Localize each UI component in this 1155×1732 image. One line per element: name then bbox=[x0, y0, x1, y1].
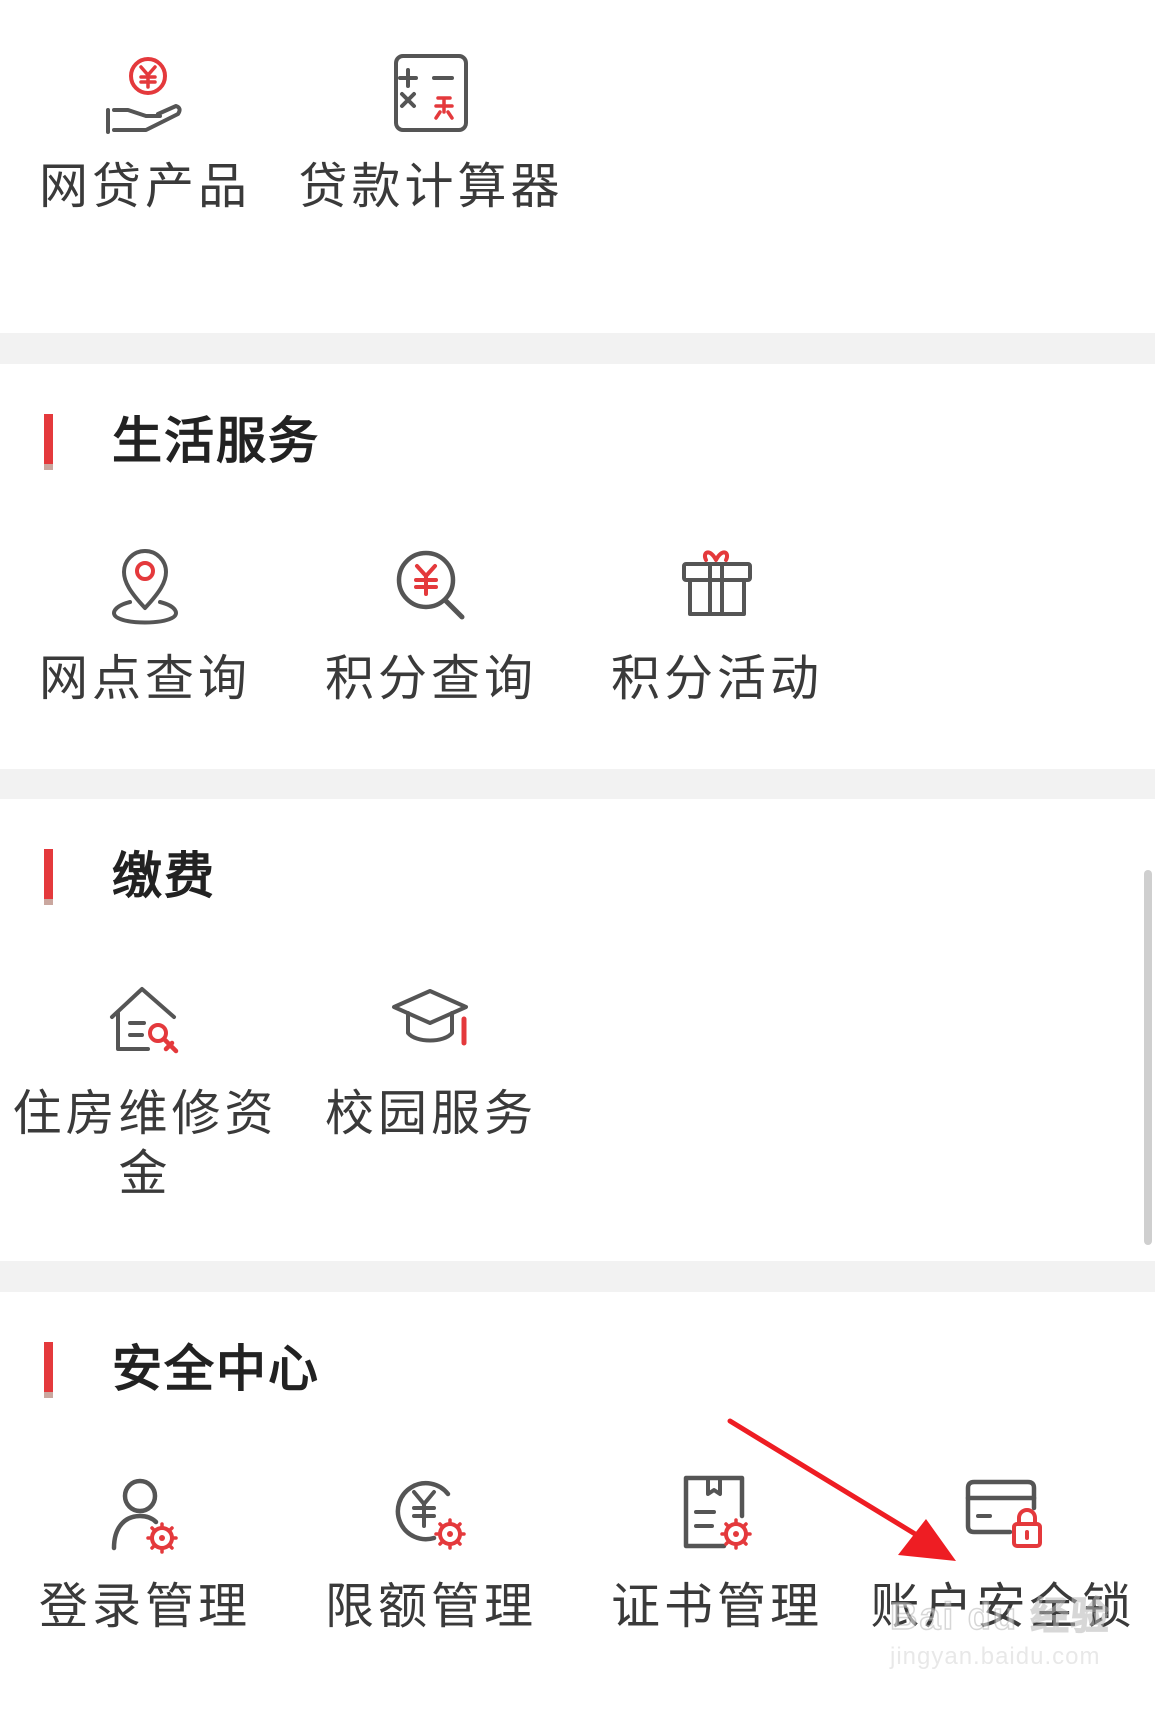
annotation-arrow bbox=[727, 1418, 956, 1561]
tile-loan-calculator[interactable]: 贷款计算器 bbox=[286, 52, 576, 312]
section-accent-bar bbox=[44, 414, 53, 470]
loan-section: 网贷产品 贷款计算器 bbox=[0, 0, 1155, 333]
calculator-icon bbox=[386, 52, 476, 142]
section-accent-bar bbox=[44, 1342, 53, 1398]
section-header: 缴费 bbox=[0, 841, 600, 911]
watermark: Bai du 经验 jingyan.baidu.com bbox=[880, 1585, 1150, 1695]
tile-points-activity[interactable]: 积分活动 bbox=[572, 544, 862, 804]
watermark-text: Bai du 经验 bbox=[889, 1595, 1111, 1639]
section-title: 安全中心 bbox=[112, 1340, 320, 1398]
yuan-gear-icon bbox=[386, 1472, 476, 1562]
card-lock-icon bbox=[958, 1472, 1048, 1562]
section-header: 生活服务 bbox=[0, 406, 600, 476]
tile-login-management[interactable]: 登录管理 bbox=[0, 1472, 290, 1732]
section-accent-bar bbox=[44, 849, 53, 905]
section-title: 生活服务 bbox=[112, 412, 320, 470]
house-repair-icon bbox=[100, 979, 190, 1069]
user-gear-icon bbox=[100, 1472, 190, 1562]
section-title: 缴费 bbox=[112, 847, 216, 905]
tile-online-loan-products[interactable]: 网贷产品 bbox=[0, 52, 290, 312]
tile-label: 住房维修资金 bbox=[12, 1085, 278, 1202]
search-yuan-icon bbox=[386, 544, 476, 634]
tile-label: 限额管理 bbox=[324, 1578, 537, 1635]
tile-campus-services[interactable]: 校园服务 bbox=[286, 979, 576, 1239]
hand-yuan-icon bbox=[100, 52, 190, 142]
tile-label: 积分活动 bbox=[610, 650, 823, 707]
tile-housing-maintenance-fund[interactable]: 住房维修资金 bbox=[0, 979, 290, 1239]
section-divider bbox=[0, 769, 1155, 799]
section-divider bbox=[0, 1261, 1155, 1292]
tile-label: 登录管理 bbox=[38, 1578, 251, 1635]
tile-label: 校园服务 bbox=[324, 1085, 537, 1142]
tile-branch-query[interactable]: 网点查询 bbox=[0, 544, 290, 804]
graduation-cap-icon bbox=[386, 979, 476, 1069]
watermark-url: jingyan.baidu.com bbox=[890, 1643, 1101, 1670]
tile-label: 贷款计算器 bbox=[298, 158, 564, 215]
location-pin-icon bbox=[100, 544, 190, 634]
tile-label: 积分查询 bbox=[324, 650, 537, 707]
payment-section: 缴费 住房维修资金 校园服务 bbox=[0, 799, 1155, 1261]
vertical-scrollbar[interactable] bbox=[1144, 870, 1152, 1245]
life-services-section: 生活服务 网点查询 积分查询 积分活动 bbox=[0, 364, 1155, 769]
section-divider bbox=[0, 333, 1155, 364]
tile-label: 网贷产品 bbox=[38, 158, 251, 215]
tile-points-query[interactable]: 积分查询 bbox=[286, 544, 576, 804]
tile-limit-management[interactable]: 限额管理 bbox=[286, 1472, 576, 1732]
gift-icon bbox=[672, 544, 762, 634]
tile-label: 证书管理 bbox=[610, 1578, 823, 1635]
section-header: 安全中心 bbox=[0, 1334, 600, 1404]
tile-label: 网点查询 bbox=[38, 650, 251, 707]
